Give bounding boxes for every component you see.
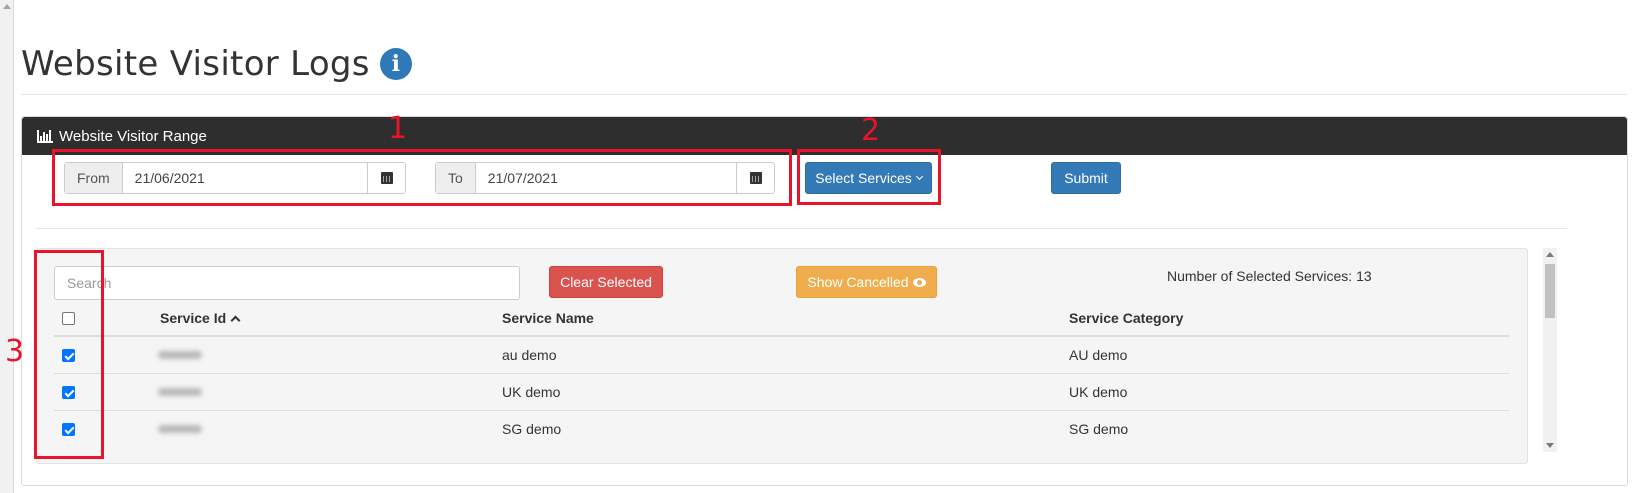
table-row: UK demo UK demo <box>54 374 1509 411</box>
table-header: Service Id Service Name Service Category <box>54 300 1509 337</box>
scroll-thumb[interactable] <box>1545 264 1555 318</box>
service-category-cell: UK demo <box>1069 384 1128 400</box>
page-root: Website Visitor Logs i Website Visitor R… <box>0 0 1637 493</box>
service-name-cell: SG demo <box>502 421 562 437</box>
show-cancelled-button[interactable]: Show Cancelled <box>796 266 937 298</box>
blurred-service-id <box>158 388 202 396</box>
clear-selected-button[interactable]: Clear Selected <box>549 266 663 298</box>
column-header-label: Service Id <box>160 310 227 326</box>
scroll-up-icon[interactable] <box>1546 252 1554 257</box>
chevron-up-icon <box>230 315 241 326</box>
submit-button[interactable]: Submit <box>1051 162 1121 194</box>
page-scrollbar[interactable] <box>0 0 14 493</box>
form-divider <box>36 228 1567 229</box>
service-name-cell: UK demo <box>502 384 561 400</box>
annotation-number: 2 <box>861 113 881 148</box>
annotation-box-checkboxes <box>34 250 104 459</box>
annotation-box-select-services <box>797 149 941 205</box>
annotation-number: 3 <box>5 334 25 369</box>
page-heading: Website Visitor Logs i <box>21 44 412 84</box>
bar-chart-icon <box>37 129 53 143</box>
show-cancelled-label: Show Cancelled <box>807 274 909 290</box>
heading-divider <box>21 94 1627 95</box>
scroll-up-icon[interactable] <box>3 4 11 9</box>
service-name-cell: au demo <box>502 347 557 363</box>
panel-title: Website Visitor Range <box>59 127 207 145</box>
info-circle-icon[interactable]: i <box>379 48 412 80</box>
scroll-down-icon[interactable] <box>1546 443 1554 448</box>
selected-count: Number of Selected Services: 13 <box>1167 268 1372 284</box>
service-category-cell: SG demo <box>1069 421 1129 437</box>
page-title: Website Visitor Logs <box>21 44 370 84</box>
table-row: au demo AU demo <box>54 337 1509 374</box>
column-header-service-category[interactable]: Service Category <box>1069 310 1183 326</box>
annotation-number: 1 <box>388 111 408 146</box>
blurred-service-id <box>158 351 202 359</box>
services-table: Service Id Service Name Service Category… <box>54 300 1509 448</box>
column-header-service-id[interactable]: Service Id <box>160 310 241 326</box>
annotation-box-date-range <box>52 149 792 206</box>
blurred-service-id <box>158 425 202 433</box>
column-header-service-name[interactable]: Service Name <box>502 310 594 326</box>
search-input[interactable] <box>54 266 520 300</box>
eye-slash-icon <box>912 277 926 287</box>
service-category-cell: AU demo <box>1069 347 1128 363</box>
table-row: SG demo SG demo <box>54 411 1509 448</box>
table-scrollbar[interactable] <box>1543 248 1557 452</box>
